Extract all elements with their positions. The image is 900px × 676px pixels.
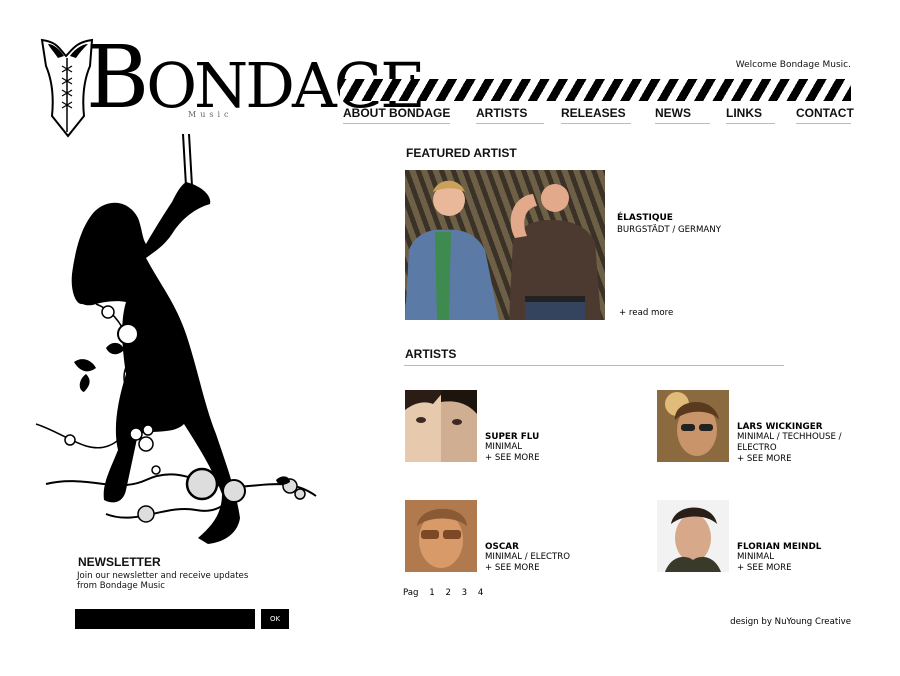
artist-photo-florian-meindl — [657, 500, 729, 572]
featured-artist-heading: FEATURED ARTIST — [406, 146, 517, 160]
nav-item-artists[interactable]: ARTISTS — [476, 105, 544, 124]
page-link-4[interactable]: 4 — [478, 588, 483, 598]
artist-photo-oscar — [405, 500, 477, 572]
artist-genre-super-flu: MINIMAL — [485, 442, 522, 452]
pagination: Pag 1 2 3 4 — [403, 588, 491, 598]
artist-genre-florian-meindl: MINIMAL — [737, 552, 774, 562]
main-nav: ABOUT BONDAGE ARTISTS RELEASES NEWS LINK… — [340, 105, 854, 125]
artist-see-more-super-flu[interactable]: + SEE MORE — [485, 453, 540, 463]
nav-item-links[interactable]: LINKS — [726, 105, 775, 124]
pagination-label: Pag — [403, 588, 419, 598]
artist-thumb-lars-wickinger[interactable] — [657, 390, 729, 462]
artist-genre-lars-wickinger: MINIMAL / TECHHOUSE / ELECTRO — [737, 432, 842, 453]
artist-see-more-lars-wickinger[interactable]: + SEE MORE — [737, 454, 792, 464]
featured-artist-location: BURGSTÄDT / GERMANY — [617, 225, 721, 235]
featured-photo-image — [405, 180, 601, 320]
design-credit[interactable]: design by NuYoung Creative — [700, 617, 851, 627]
logo-subtitle: Music — [188, 110, 233, 119]
featured-artist-name[interactable]: ÉLASTIQUE — [617, 213, 673, 223]
artist-photo-lars-wickinger — [657, 390, 729, 462]
artist-name-lars-wickinger[interactable]: LARS WICKINGER — [737, 422, 822, 432]
artist-see-more-florian-meindl[interactable]: + SEE MORE — [737, 563, 792, 573]
artist-see-more-oscar[interactable]: + SEE MORE — [485, 563, 540, 573]
nav-item-releases[interactable]: RELEASES — [561, 105, 631, 124]
newsletter-description: Join our newsletter and receive updates … — [77, 571, 249, 591]
page-link-3[interactable]: 3 — [462, 588, 467, 598]
striped-banner — [340, 79, 851, 101]
bondage-logo[interactable]: BONDAGE Music — [38, 35, 426, 140]
welcome-text: Welcome Bondage Music. — [735, 60, 851, 70]
page-link-1[interactable]: 1 — [429, 588, 434, 598]
artist-name-oscar[interactable]: OSCAR — [485, 542, 519, 552]
artist-thumb-florian-meindl[interactable] — [657, 500, 729, 572]
featured-artist-photo[interactable] — [405, 170, 605, 320]
artist-name-super-flu[interactable]: SUPER FLU — [485, 432, 539, 442]
artist-thumb-super-flu[interactable] — [405, 390, 477, 462]
nav-item-news[interactable]: NEWS — [655, 105, 710, 124]
silhouette-illustration — [35, 134, 317, 544]
artists-divider — [404, 365, 784, 366]
artist-photo-super-flu — [405, 390, 477, 462]
nav-item-contact[interactable]: CONTACT — [796, 105, 854, 124]
page-link-2[interactable]: 2 — [445, 588, 450, 598]
newsletter-email-input[interactable] — [75, 609, 255, 629]
artists-heading: ARTISTS — [405, 347, 457, 361]
artist-genre-oscar: MINIMAL / ELECTRO — [485, 552, 570, 562]
artist-thumb-oscar[interactable] — [405, 500, 477, 572]
nav-item-about[interactable]: ABOUT BONDAGE — [343, 105, 450, 124]
newsletter-ok-button[interactable]: OK — [261, 609, 289, 629]
featured-read-more-link[interactable]: + read more — [619, 308, 673, 318]
artist-name-florian-meindl[interactable]: FLORIAN MEINDL — [737, 542, 821, 552]
newsletter-title: NEWSLETTER — [78, 555, 161, 569]
